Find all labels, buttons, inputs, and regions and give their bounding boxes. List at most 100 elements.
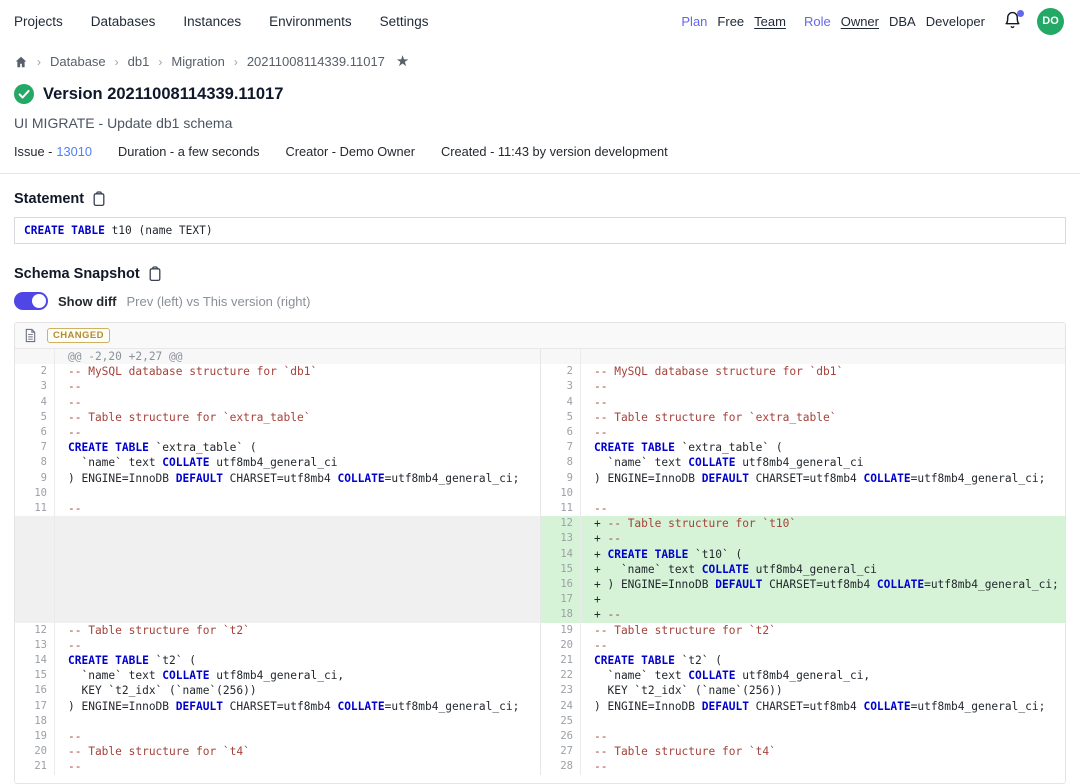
diff-code-line xyxy=(55,714,541,729)
breadcrumb-version[interactable]: 20211008114339.11017 xyxy=(247,54,385,69)
role-dba[interactable]: DBA xyxy=(889,14,916,29)
diff-line-number xyxy=(15,607,55,622)
diff-line-number: 22 xyxy=(541,668,581,683)
diff-code-line: `name` text COLLATE utf8mb4_general_ci xyxy=(581,455,1066,470)
toggle-knob xyxy=(32,294,46,308)
diff-line-number: 17 xyxy=(15,699,55,714)
diff-code-line: + -- xyxy=(581,531,1066,546)
diff-line-number: 21 xyxy=(541,653,581,668)
diff-panel: CHANGED @@ -2,20 +2,27 @@2-- MySQL datab… xyxy=(14,322,1066,784)
favorite-star-icon[interactable]: ★ xyxy=(396,54,409,69)
diff-code-line: + CREATE TABLE `t10` ( xyxy=(581,547,1066,562)
breadcrumb-migration[interactable]: Migration xyxy=(171,54,224,69)
diff-code-line: -- Table structure for `extra_table` xyxy=(55,410,541,425)
role-owner[interactable]: Owner xyxy=(841,14,879,29)
issue-label: Issue - xyxy=(14,144,52,159)
nav-item-environments[interactable]: Environments xyxy=(269,14,352,29)
show-diff-toggle[interactable] xyxy=(14,292,48,310)
diff-line-number: 28 xyxy=(541,759,581,774)
home-icon[interactable] xyxy=(14,55,28,69)
diff-line-number: 9 xyxy=(15,471,55,486)
diff-toggle-row: Show diff Prev (left) vs This version (r… xyxy=(14,292,1066,310)
diff-code-line: -- xyxy=(55,395,541,410)
diff-code-line: -- xyxy=(581,395,1066,410)
diff-code-line xyxy=(55,577,541,592)
diff-line-number: 8 xyxy=(541,455,581,470)
copy-snapshot-button[interactable] xyxy=(148,266,162,282)
diff-line-number: 18 xyxy=(15,714,55,729)
diff-line-number: 14 xyxy=(15,653,55,668)
page-title: Version 20211008114339.11017 xyxy=(43,85,283,104)
meta-duration: Duration - a few seconds xyxy=(118,144,260,159)
clipboard-icon xyxy=(148,266,162,282)
meta-creator: Creator - Demo Owner xyxy=(286,144,415,159)
diff-body[interactable]: @@ -2,20 +2,27 @@2-- MySQL database stru… xyxy=(15,349,1065,783)
diff-line-number xyxy=(541,349,581,364)
diff-line-number: 20 xyxy=(541,638,581,653)
nav-item-projects[interactable]: Projects xyxy=(14,14,63,29)
nav-item-settings[interactable]: Settings xyxy=(380,14,429,29)
diff-line-number: 19 xyxy=(15,729,55,744)
nav-item-instances[interactable]: Instances xyxy=(183,14,241,29)
diff-line-number: 21 xyxy=(15,759,55,774)
diff-line-number: 8 xyxy=(15,455,55,470)
diff-line-number: 2 xyxy=(15,364,55,379)
schema-snapshot-title: Schema Snapshot xyxy=(14,266,140,282)
diff-code-line xyxy=(55,486,541,501)
diff-line-number: 18 xyxy=(541,607,581,622)
diff-code-line: ) ENGINE=InnoDB DEFAULT CHARSET=utf8mb4 … xyxy=(55,471,541,486)
diff-code-line: ) ENGINE=InnoDB DEFAULT CHARSET=utf8mb4 … xyxy=(581,699,1066,714)
diff-line-number: 3 xyxy=(15,379,55,394)
breadcrumb-separator: › xyxy=(158,55,162,69)
diff-line-number: 27 xyxy=(541,744,581,759)
diff-line-number: 7 xyxy=(15,440,55,455)
diff-code-line: `name` text COLLATE utf8mb4_general_ci xyxy=(55,455,541,470)
diff-line-number: 19 xyxy=(541,623,581,638)
diff-code-line: -- xyxy=(55,729,541,744)
role-developer[interactable]: Developer xyxy=(926,14,985,29)
version-header: Version 20211008114339.11017 xyxy=(14,84,1066,104)
meta-issue: Issue - 13010 xyxy=(14,144,92,159)
diff-line-number: 12 xyxy=(541,516,581,531)
meta-created: Created - 11:43 by version development xyxy=(441,144,668,159)
diff-code-line: -- Table structure for `t2` xyxy=(581,623,1066,638)
diff-line-number: 17 xyxy=(541,592,581,607)
section-divider xyxy=(0,173,1080,174)
diff-code-line: CREATE TABLE `t2` ( xyxy=(581,653,1066,668)
diff-code-line: -- Table structure for `extra_table` xyxy=(581,410,1066,425)
main-content: › Database › db1 › Migration › 202110081… xyxy=(0,54,1080,784)
avatar[interactable]: DO xyxy=(1037,8,1064,35)
breadcrumb-db1[interactable]: db1 xyxy=(128,54,150,69)
diff-line-number: 11 xyxy=(541,501,581,516)
statement-code: CREATE TABLE t10 (name TEXT) xyxy=(14,217,1066,244)
migration-description: UI MIGRATE - Update db1 schema xyxy=(14,115,1066,131)
breadcrumb-separator: › xyxy=(234,55,238,69)
clipboard-icon xyxy=(92,191,106,207)
diff-code-line: -- MySQL database structure for `db1` xyxy=(55,364,541,379)
diff-line-number: 13 xyxy=(541,531,581,546)
issue-link[interactable]: 13010 xyxy=(56,144,92,159)
diff-code-line: -- xyxy=(581,638,1066,653)
nav-item-databases[interactable]: Databases xyxy=(91,14,156,29)
diff-line-number: 25 xyxy=(541,714,581,729)
diff-line-number: 24 xyxy=(541,699,581,714)
diff-code-line: KEY `t2_idx` (`name`(256)) xyxy=(55,683,541,698)
plan-team-link[interactable]: Team xyxy=(754,14,786,29)
diff-line-number: 23 xyxy=(541,683,581,698)
copy-statement-button[interactable] xyxy=(92,191,106,207)
diff-code-line: -- xyxy=(581,501,1066,516)
diff-code-line: CREATE TABLE `t2` ( xyxy=(55,653,541,668)
breadcrumb-database[interactable]: Database xyxy=(50,54,106,69)
statement-title: Statement xyxy=(14,191,84,207)
schema-snapshot-heading: Schema Snapshot xyxy=(14,266,1066,282)
diff-line-number: 5 xyxy=(541,410,581,425)
diff-code-line: ) ENGINE=InnoDB DEFAULT CHARSET=utf8mb4 … xyxy=(55,699,541,714)
diff-line-number xyxy=(15,531,55,546)
file-icon xyxy=(24,328,37,343)
diff-line-number: 6 xyxy=(541,425,581,440)
diff-line-number: 4 xyxy=(15,395,55,410)
diff-code-line: CREATE TABLE `extra_table` ( xyxy=(581,440,1066,455)
notifications-button[interactable] xyxy=(1003,11,1023,31)
diff-line-number: 10 xyxy=(541,486,581,501)
breadcrumb-separator: › xyxy=(115,55,119,69)
